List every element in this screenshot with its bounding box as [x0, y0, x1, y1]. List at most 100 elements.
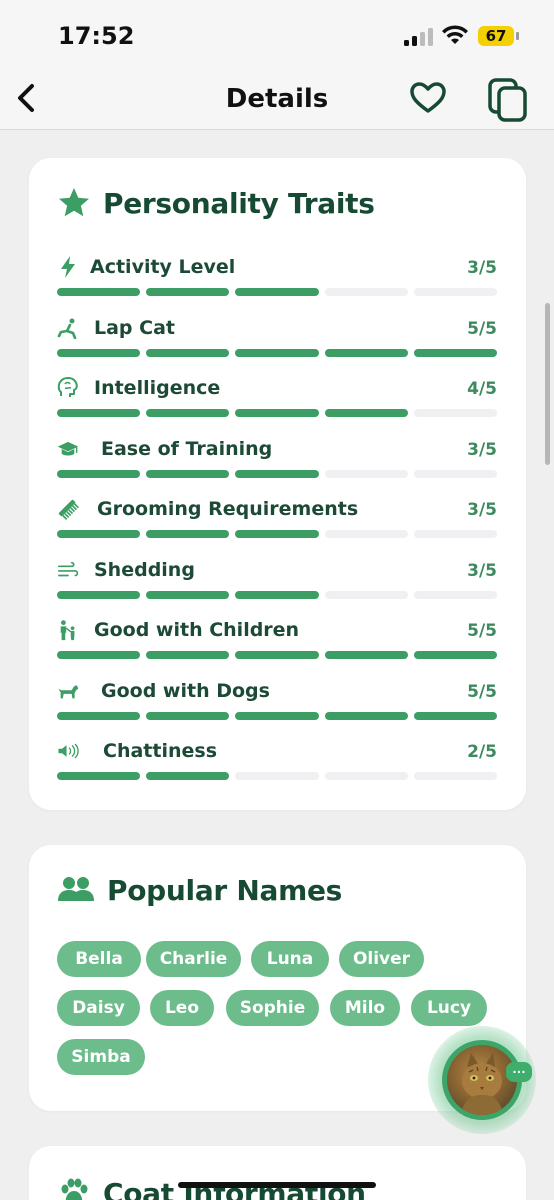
trait-label: Good with Children [94, 619, 300, 641]
coat-information-title: Coat Information [103, 1176, 366, 1200]
rating-segment-filled [57, 409, 141, 417]
child-icon [57, 617, 79, 643]
trait-score: 3/5 [467, 500, 497, 520]
trait-score: 5/5 [467, 681, 497, 702]
rating-segment-filled [235, 530, 319, 538]
coat-information-card: Coat Information [29, 1146, 526, 1200]
rating-segment-filled [146, 348, 230, 357]
trait-score: 3/5 [467, 439, 497, 460]
star-icon [57, 186, 91, 220]
trait-rating-bar [57, 530, 498, 538]
trait-label: Good with Dogs [101, 679, 270, 702]
chat-bubble-icon: … [506, 1061, 532, 1082]
rating-segment-filled [235, 348, 319, 357]
rating-segment-filled [324, 348, 408, 357]
rating-segment-filled [413, 651, 498, 659]
rating-segment-filled [57, 711, 141, 720]
trait-row: Good with Dogs 5/5 [57, 678, 498, 728]
trait-label: Shedding [94, 558, 195, 581]
popular-names-header: Popular Names [57, 873, 342, 907]
trait-row: Lap Cat 5/5 [57, 315, 498, 365]
rating-segment-empty [324, 530, 408, 538]
trait-label: Activity Level [90, 256, 236, 278]
rating-segment-filled [235, 711, 319, 720]
rating-segment-filled [235, 288, 319, 296]
rating-segment-filled [57, 469, 141, 478]
speaker-icon [57, 738, 79, 764]
trait-label: Ease of Training [101, 437, 273, 460]
trait-rating-bar [57, 469, 498, 478]
trait-label: Chattiness [103, 740, 217, 762]
rating-segment-filled [235, 469, 319, 478]
name-chip[interactable]: Simba [57, 1039, 145, 1075]
rating-segment-filled [146, 288, 230, 296]
users-icon [57, 873, 95, 907]
rating-segment-empty [413, 469, 498, 478]
name-chip[interactable]: Oliver [339, 941, 424, 977]
comb-icon [57, 496, 79, 522]
rating-segment-filled [57, 348, 141, 357]
trait-rating-bar [57, 711, 498, 720]
trait-rating-bar [57, 288, 498, 296]
favorite-heart-button[interactable] [408, 78, 448, 118]
rating-segment-filled [235, 651, 319, 659]
wind-icon [57, 557, 79, 583]
breed-chat-button[interactable]: … [428, 1026, 536, 1134]
lightning-icon [57, 254, 79, 280]
rating-segment-empty [324, 772, 408, 780]
navigation-bar: Details [0, 70, 554, 130]
rating-segment-empty [413, 530, 498, 538]
status-time: 17:52 [58, 22, 135, 50]
compare-copy-button[interactable] [486, 76, 530, 124]
trait-row: Activity Level 3/5 [57, 254, 498, 304]
trait-label: Lap Cat [94, 316, 175, 339]
rating-segment-empty [324, 288, 408, 296]
page-title: Details [225, 84, 329, 114]
personality-traits-title: Personality Traits [103, 186, 375, 220]
rating-segment-filled [57, 772, 141, 780]
name-chip[interactable]: Milo [330, 990, 400, 1026]
trait-score: 3/5 [467, 258, 497, 278]
name-chip[interactable]: Luna [251, 941, 329, 977]
trait-rating-bar [57, 651, 498, 659]
cellular-signal-icon [404, 28, 433, 46]
personality-traits-card: Personality Traits Activity Level 3/5 Lap … [29, 158, 526, 810]
status-bar: 17:52 67 [0, 0, 554, 70]
popular-names-title: Popular Names [107, 873, 343, 907]
rating-segment-filled [324, 651, 408, 659]
paw-icon [57, 1176, 91, 1200]
name-chip[interactable]: Sophie [226, 990, 319, 1026]
rating-segment-empty [413, 288, 498, 296]
trait-row: Intelligence 4/5 [57, 375, 498, 425]
graduation-cap-icon [57, 436, 79, 462]
scrollbar[interactable] [545, 303, 550, 465]
rating-segment-empty [235, 772, 319, 780]
name-chip[interactable]: Charlie [146, 941, 241, 977]
rating-segment-empty [324, 469, 408, 478]
trait-score: 4/5 [467, 379, 497, 399]
dog-icon [57, 678, 79, 704]
name-chip[interactable]: Bella [57, 941, 141, 977]
rating-segment-filled [235, 590, 319, 599]
rating-segment-filled [57, 590, 141, 599]
trait-row: Grooming Requirements 3/5 [57, 496, 498, 546]
recline-icon [57, 315, 79, 341]
rating-segment-filled [413, 348, 498, 357]
rating-segment-filled [146, 469, 230, 478]
rating-segment-filled [235, 409, 319, 417]
rating-segment-empty [413, 409, 498, 417]
rating-segment-filled [413, 711, 498, 720]
trait-rating-bar [57, 409, 498, 417]
trait-rating-bar [57, 772, 498, 780]
name-chip[interactable]: Lucy [411, 990, 487, 1026]
trait-row: Shedding 3/5 [57, 557, 498, 607]
personality-traits-header: Personality Traits [57, 186, 375, 220]
home-indicator[interactable] [178, 1182, 376, 1188]
trait-label: Grooming Requirements [97, 498, 359, 520]
trait-label: Intelligence [94, 377, 221, 399]
rating-segment-filled [57, 651, 141, 659]
rating-segment-filled [146, 772, 230, 780]
rating-segment-filled [146, 409, 230, 417]
name-chip[interactable]: Daisy [57, 990, 140, 1026]
name-chip[interactable]: Leo [150, 990, 214, 1026]
